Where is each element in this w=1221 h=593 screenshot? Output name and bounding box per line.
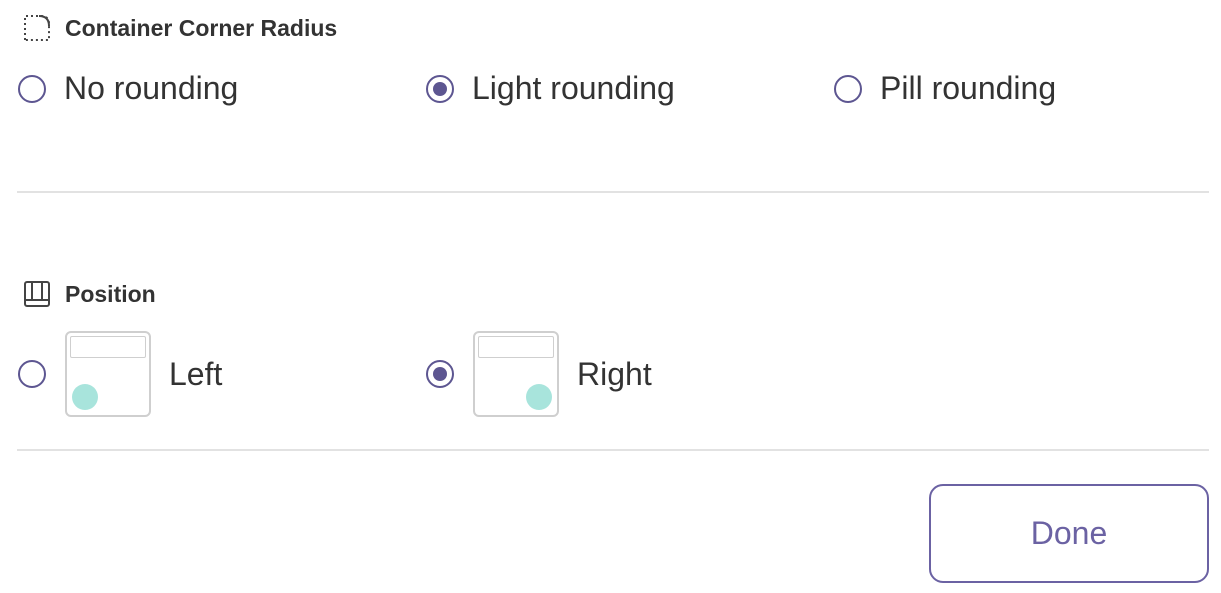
preview-bubble xyxy=(72,384,98,410)
preview-bubble xyxy=(526,384,552,410)
done-button[interactable]: Done xyxy=(929,484,1209,583)
corner-radius-title: Container Corner Radius xyxy=(22,13,337,43)
no-rounding-option[interactable]: No rounding xyxy=(18,70,238,107)
light-rounding-label: Light rounding xyxy=(472,70,675,106)
position-right-option[interactable]: Right xyxy=(426,331,652,417)
no-rounding-label: No rounding xyxy=(64,70,239,106)
pill-rounding-option[interactable]: Pill rounding xyxy=(834,70,1056,107)
pill-rounding-label: Pill rounding xyxy=(880,70,1057,106)
position-right-preview xyxy=(473,331,559,417)
position-title-text: Position xyxy=(65,280,156,307)
light-rounding-option[interactable]: Light rounding xyxy=(426,70,675,107)
position-left-label: Left xyxy=(169,355,223,392)
position-left-radio[interactable] xyxy=(18,360,46,388)
position-right-radio[interactable] xyxy=(426,360,454,388)
preview-header-bar xyxy=(70,336,146,358)
preview-header-bar xyxy=(478,336,554,358)
dotted-corner-icon xyxy=(22,13,52,43)
no-rounding-radio[interactable] xyxy=(18,74,46,103)
footer-divider xyxy=(17,449,1209,451)
position-left-preview xyxy=(65,331,151,417)
layout-panel-icon xyxy=(22,279,52,309)
pill-rounding-radio[interactable] xyxy=(834,74,862,103)
light-rounding-radio[interactable] xyxy=(426,74,454,103)
position-title: Position xyxy=(22,279,156,309)
corner-radius-title-text: Container Corner Radius xyxy=(65,14,338,41)
position-right-label: Right xyxy=(577,355,652,392)
position-left-option[interactable]: Left xyxy=(18,331,222,417)
section-divider xyxy=(17,191,1209,193)
